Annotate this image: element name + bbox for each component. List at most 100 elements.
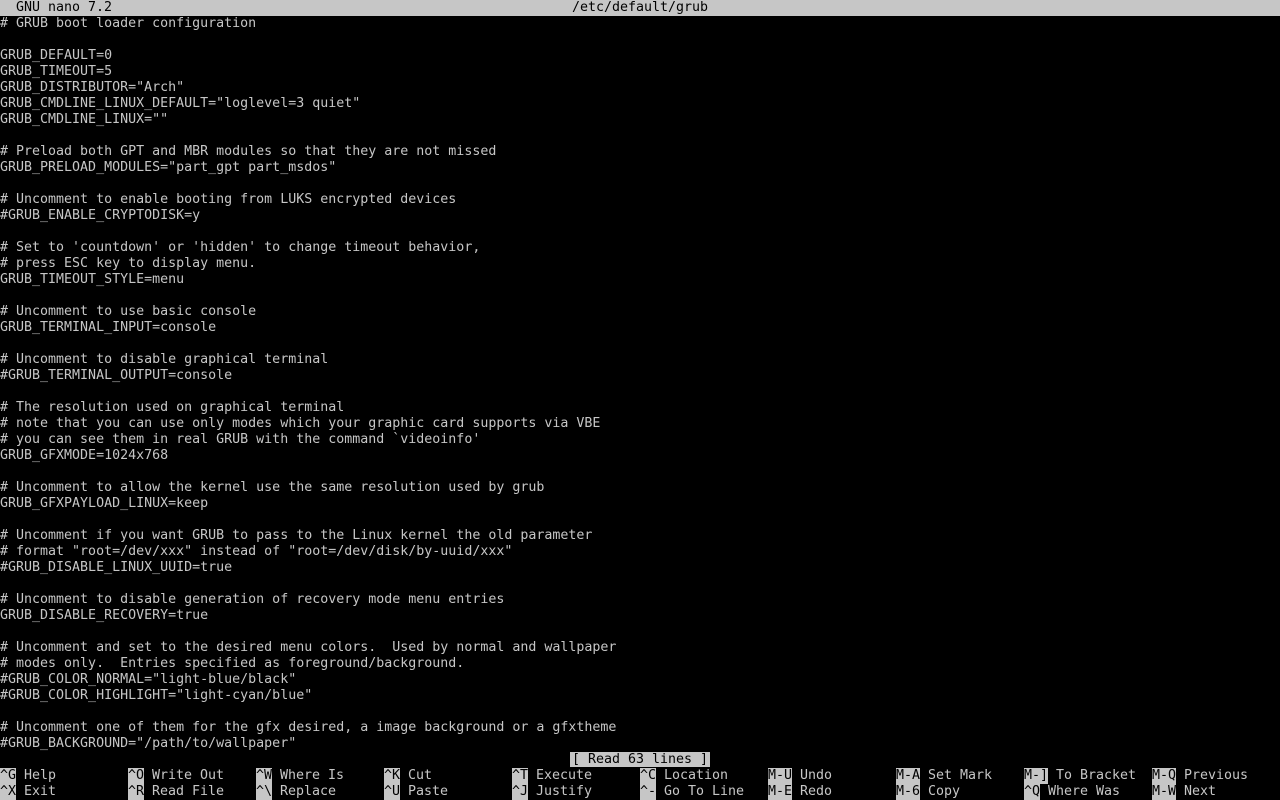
editor-line[interactable]: # Uncomment if you want GRUB to pass to … — [0, 528, 1280, 544]
shortcut-label: Undo — [800, 768, 833, 783]
editor-line[interactable]: # Uncomment to disable graphical termina… — [0, 352, 1280, 368]
status-message: [ Read 63 lines ] — [569, 752, 711, 767]
editor-line[interactable]: GRUB_DEFAULT=0 — [0, 48, 1280, 64]
editor-line[interactable]: GRUB_GFXMODE=1024x768 — [0, 448, 1280, 464]
shortcut-replace[interactable]: ^\ Replace — [256, 784, 336, 800]
shortcut-undo[interactable]: M-U Undo — [768, 768, 832, 784]
editor-line[interactable]: # Uncomment and set to the desired menu … — [0, 640, 1280, 656]
shortcut-copy[interactable]: M-6 Copy — [896, 784, 960, 800]
editor-line[interactable]: # modes only. Entries specified as foreg… — [0, 656, 1280, 672]
shortcut-justify[interactable]: ^J Justify — [512, 784, 592, 800]
shortcut-key: ^Q — [1024, 784, 1041, 800]
editor-line[interactable]: # Preload both GPT and MBR modules so th… — [0, 144, 1280, 160]
editor-line[interactable]: # Uncomment to disable generation of rec… — [0, 592, 1280, 608]
shortcut-write-out[interactable]: ^O Write Out — [128, 768, 224, 784]
shortcut-key: ^J — [512, 784, 529, 800]
editor-line[interactable]: GRUB_TERMINAL_INPUT=console — [0, 320, 1280, 336]
editor-line[interactable]: #GRUB_ENABLE_CRYPTODISK=y — [0, 208, 1280, 224]
editor-line[interactable] — [0, 384, 1280, 400]
editor-line[interactable] — [0, 288, 1280, 304]
shortcut-label: Paste — [408, 784, 449, 799]
shortcut-key: M-A — [896, 768, 921, 784]
editor-line[interactable] — [0, 336, 1280, 352]
editor-line[interactable]: GRUB_CMDLINE_LINUX="" — [0, 112, 1280, 128]
shortcut-key: ^T — [512, 768, 529, 784]
shortcut-label: Previous — [1184, 768, 1249, 783]
shortcut-key: ^- — [640, 784, 657, 800]
editor-line[interactable]: #GRUB_BACKGROUND="/path/to/wallpaper" — [0, 736, 1280, 752]
shortcut-label: Where Was — [1048, 784, 1121, 799]
shortcut-key: ^C — [640, 768, 657, 784]
editor-line[interactable]: # note that you can use only modes which… — [0, 416, 1280, 432]
editor-line[interactable]: GRUB_TIMEOUT=5 — [0, 64, 1280, 80]
shortcut-label: Set Mark — [928, 768, 993, 783]
shortcut-next[interactable]: M-W Next — [1152, 784, 1216, 800]
shortcut-paste[interactable]: ^U Paste — [384, 784, 448, 800]
app-name: GNU nano 7.2 — [16, 0, 113, 15]
shortcut-key: M-] — [1024, 768, 1049, 784]
shortcut-help[interactable]: ^G Help — [0, 768, 56, 784]
shortcut-key: M-E — [768, 784, 793, 800]
editor-line[interactable]: # Set to 'countdown' or 'hidden' to chan… — [0, 240, 1280, 256]
shortcut-label: Copy — [928, 784, 961, 799]
editor-line[interactable] — [0, 224, 1280, 240]
shortcut-key: M-Q — [1152, 768, 1177, 784]
editor-line[interactable] — [0, 176, 1280, 192]
editor-line[interactable] — [0, 464, 1280, 480]
shortcut-where-is[interactable]: ^W Where Is — [256, 768, 344, 784]
shortcut-label: Help — [24, 768, 57, 783]
editor-line[interactable]: # Uncomment to enable booting from LUKS … — [0, 192, 1280, 208]
editor-line[interactable]: # format "root=/dev/xxx" instead of "roo… — [0, 544, 1280, 560]
shortcut-label: Next — [1184, 784, 1217, 799]
editor-line[interactable]: #GRUB_DISABLE_LINUX_UUID=true — [0, 560, 1280, 576]
shortcut-previous[interactable]: M-Q Previous — [1152, 768, 1248, 784]
shortcut-key: ^U — [384, 784, 401, 800]
editor-line[interactable]: # Uncomment to allow the kernel use the … — [0, 480, 1280, 496]
shortcut-key: M-W — [1152, 784, 1177, 800]
editor-line[interactable]: # you can see them in real GRUB with the… — [0, 432, 1280, 448]
shortcut-to-bracket[interactable]: M-] To Bracket — [1024, 768, 1136, 784]
editor-line[interactable]: #GRUB_TERMINAL_OUTPUT=console — [0, 368, 1280, 384]
shortcut-set-mark[interactable]: M-A Set Mark — [896, 768, 992, 784]
editor-line[interactable]: #GRUB_COLOR_HIGHLIGHT="light-cyan/blue" — [0, 688, 1280, 704]
editor-line[interactable] — [0, 624, 1280, 640]
shortcut-location[interactable]: ^C Location — [640, 768, 728, 784]
shortcut-label: Write Out — [152, 768, 225, 783]
editor-line[interactable]: GRUB_CMDLINE_LINUX_DEFAULT="loglevel=3 q… — [0, 96, 1280, 112]
editor-text-area[interactable]: # GRUB boot loader configuration GRUB_DEF… — [0, 16, 1280, 752]
editor-line[interactable]: GRUB_PRELOAD_MODULES="part_gpt part_msdo… — [0, 160, 1280, 176]
shortcut-read-file[interactable]: ^R Read File — [128, 784, 224, 800]
editor-line[interactable] — [0, 704, 1280, 720]
editor-line[interactable]: # The resolution used on graphical termi… — [0, 400, 1280, 416]
file-path: /etc/default/grub — [571, 0, 709, 15]
shortcut-label: Exit — [24, 784, 57, 799]
editor-line[interactable] — [0, 512, 1280, 528]
status-bar: [ Read 63 lines ] — [0, 752, 1280, 768]
editor-line[interactable]: GRUB_DISABLE_RECOVERY=true — [0, 608, 1280, 624]
shortcut-execute[interactable]: ^T Execute — [512, 768, 592, 784]
editor-line[interactable]: GRUB_GFXPAYLOAD_LINUX=keep — [0, 496, 1280, 512]
editor-line[interactable]: GRUB_TIMEOUT_STYLE=menu — [0, 272, 1280, 288]
editor-line[interactable] — [0, 32, 1280, 48]
editor-line[interactable]: # Uncomment to use basic console — [0, 304, 1280, 320]
shortcut-label: Execute — [536, 768, 593, 783]
shortcut-redo[interactable]: M-E Redo — [768, 784, 832, 800]
shortcut-key: M-6 — [896, 784, 921, 800]
editor-line[interactable]: # press ESC key to display menu. — [0, 256, 1280, 272]
shortcut-label: Replace — [280, 784, 337, 799]
shortcut-label: Justify — [536, 784, 593, 799]
editor-line[interactable]: # Uncomment one of them for the gfx desi… — [0, 720, 1280, 736]
shortcut-label: Redo — [800, 784, 833, 799]
shortcut-where-was[interactable]: ^Q Where Was — [1024, 784, 1120, 800]
editor-line[interactable]: #GRUB_COLOR_NORMAL="light-blue/black" — [0, 672, 1280, 688]
shortcut-key: ^G — [0, 768, 17, 784]
editor-line[interactable]: GRUB_DISTRIBUTOR="Arch" — [0, 80, 1280, 96]
shortcut-key: ^O — [128, 768, 145, 784]
shortcut-go-to-line[interactable]: ^- Go To Line — [640, 784, 744, 800]
editor-line[interactable]: # GRUB boot loader configuration — [0, 16, 1280, 32]
editor-line[interactable] — [0, 128, 1280, 144]
shortcut-label: Where Is — [280, 768, 345, 783]
editor-line[interactable] — [0, 576, 1280, 592]
shortcut-cut[interactable]: ^K Cut — [384, 768, 432, 784]
shortcut-exit[interactable]: ^X Exit — [0, 784, 56, 800]
